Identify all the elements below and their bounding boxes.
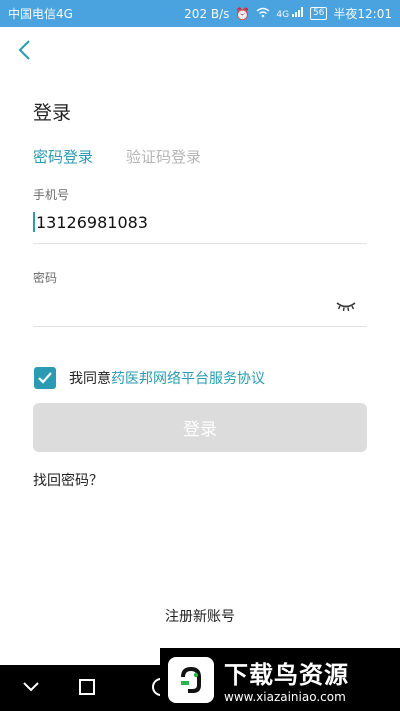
watermark-text: 下载鸟资源 www.xiazainiao.com — [224, 655, 349, 704]
alarm-icon: ⏰ — [235, 6, 251, 21]
status-icons: 202 B/s ⏰ 4G 56 半夜12:01 — [184, 5, 392, 22]
login-button[interactable]: 登录 — [33, 403, 367, 452]
phone-value: 13126981083 — [36, 212, 148, 232]
password-label: 密码 — [33, 271, 58, 285]
signal-icon: 4G — [276, 7, 304, 20]
watermark-logo-icon — [168, 656, 214, 703]
status-bar: 中国电信4G 202 B/s ⏰ 4G 56 半夜12:01 — [0, 0, 400, 27]
phone-label: 手机号 — [33, 188, 70, 202]
agreement-checkbox[interactable] — [34, 367, 56, 389]
phone-input[interactable]: 13126981083 — [33, 212, 148, 232]
phone-underline — [33, 243, 367, 244]
forgot-password-link[interactable]: 找回密码？ — [33, 470, 103, 490]
watermark-url: www.xiazainiao.com — [224, 690, 346, 704]
password-input[interactable] — [33, 288, 333, 322]
register-link[interactable]: 注册新账号 — [0, 606, 400, 626]
chevron-left-icon — [18, 40, 30, 60]
battery-icon: 56 — [309, 7, 328, 20]
password-underline — [33, 326, 367, 327]
tab-code-login[interactable]: 验证码登录 — [126, 146, 201, 167]
text-cursor — [33, 212, 35, 232]
agreement-row: 我同意 药医邦网络平台服务协议 — [34, 367, 265, 389]
watermark-title: 下载鸟资源 — [224, 661, 349, 689]
wifi-icon — [256, 7, 270, 21]
agreement-prefix: 我同意 — [69, 371, 111, 387]
back-button[interactable] — [14, 38, 38, 62]
check-icon — [38, 372, 52, 384]
watermark: 下载鸟资源 www.xiazainiao.com — [160, 648, 400, 711]
page-title: 登录 — [33, 102, 72, 124]
eye-closed-icon[interactable] — [336, 297, 356, 312]
carrier-label: 中国电信4G — [8, 7, 73, 21]
agreement-link[interactable]: 药医邦网络平台服务协议 — [111, 368, 265, 388]
login-mode-tabs: 密码登录 验证码登录 — [33, 146, 201, 167]
nav-square-icon[interactable] — [79, 679, 95, 695]
clock: 半夜12:01 — [333, 7, 392, 21]
tab-password-login[interactable]: 密码登录 — [33, 146, 93, 167]
nav-back-icon[interactable] — [22, 679, 40, 693]
network-speed: 202 B/s — [184, 6, 230, 21]
